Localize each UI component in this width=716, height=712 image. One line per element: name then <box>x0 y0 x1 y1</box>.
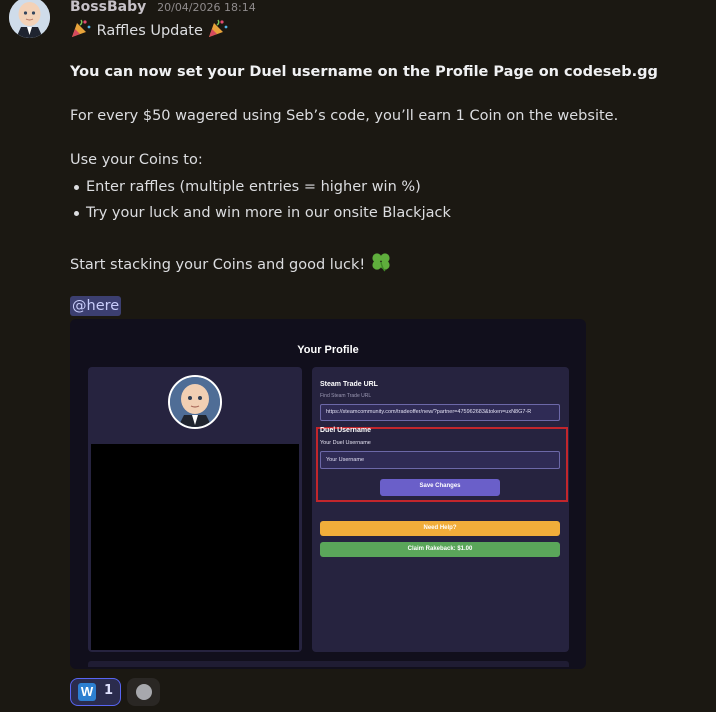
message-headline: You can now set your Duel username on th… <box>70 64 658 80</box>
boss-baby-profile-icon <box>170 377 220 427</box>
message-title: Raffles Update <box>96 23 203 39</box>
author-avatar[interactable] <box>9 0 50 38</box>
profile-settings-card: Steam Trade URL Find Steam Trade URL htt… <box>312 367 569 652</box>
duel-section-title: Duel Username <box>320 427 371 434</box>
list-item: Try your luck and win more in our onsite… <box>74 204 451 230</box>
add-reaction-button[interactable] <box>127 678 160 706</box>
party-popper-icon <box>72 19 91 37</box>
message-closing-line: Start stacking your Coins and good luck! <box>70 252 392 273</box>
profile-black-panel <box>91 444 299 650</box>
reaction-w[interactable]: W 1 <box>70 678 121 706</box>
steam-help-link[interactable]: Find Steam Trade URL <box>320 393 371 399</box>
author-name[interactable]: BossBaby <box>70 0 146 15</box>
four-leaf-clover-icon <box>372 253 390 272</box>
save-changes-button[interactable]: Save Changes <box>380 479 500 496</box>
message-timestamp: 20/04/2026 18:14 <box>157 1 256 14</box>
steam-section-title: Steam Trade URL <box>320 381 378 388</box>
smiley-icon <box>136 684 152 700</box>
steam-url-field[interactable]: https://steamcommunity.com/tradeoffer/ne… <box>320 404 560 421</box>
duel-username-field[interactable]: Your Username <box>320 451 560 469</box>
message-header: BossBaby 20/04/2026 18:14 <box>70 0 256 15</box>
message-title-line: Raffles Update <box>70 18 229 39</box>
message-earn-line: For every $50 wagered using Seb’s code, … <box>70 108 619 124</box>
profile-screenshot-attachment[interactable]: Your Profile Steam Trade URL Find Steam … <box>70 319 586 669</box>
profile-avatar-card <box>88 367 302 652</box>
here-mention[interactable]: @here <box>70 296 122 316</box>
reaction-count: 1 <box>104 683 114 698</box>
message-use-intro: Use your Coins to: <box>70 152 203 168</box>
duel-username-label: Your Duel Username <box>320 440 371 446</box>
party-popper-icon <box>209 19 228 37</box>
boss-baby-avatar-icon <box>9 0 50 38</box>
bottom-strip <box>88 661 569 667</box>
message-closing: Start stacking your Coins and good luck! <box>70 257 366 273</box>
list-item: Enter raffles (multiple entries = higher… <box>74 178 451 204</box>
coin-uses-list: Enter raffles (multiple entries = higher… <box>70 178 451 230</box>
profile-avatar <box>168 375 222 429</box>
profile-page-title: Your Profile <box>297 344 359 356</box>
w-emoji-icon: W <box>78 683 96 701</box>
need-help-button[interactable]: Need Help? <box>320 521 560 536</box>
claim-rakeback-button[interactable]: Claim Rakeback: $1.00 <box>320 542 560 557</box>
